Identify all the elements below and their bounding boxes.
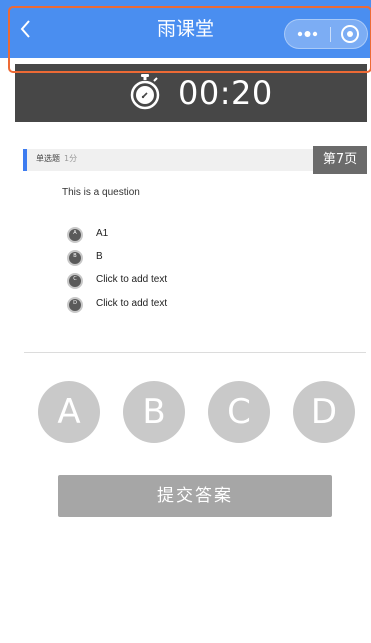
option-letter-badge: A <box>67 227 83 243</box>
question-text: This is a question <box>62 187 140 198</box>
option-text: A1 <box>96 228 109 239</box>
question-type: 单选题 <box>36 154 60 163</box>
option-text: Click to add text <box>96 274 168 285</box>
question-score: 1分 <box>64 154 78 163</box>
option-letter-badge: D <box>67 297 83 313</box>
timer-value: 00:20 <box>178 74 273 112</box>
stopwatch-icon <box>130 74 160 110</box>
answer-c-label: C <box>227 392 251 432</box>
section-divider <box>24 352 366 353</box>
option-letter-badge: C <box>67 273 83 289</box>
option-text: B <box>96 251 103 262</box>
answer-d-label: D <box>310 392 338 432</box>
answer-b-label: B <box>142 392 166 432</box>
answer-d-button[interactable]: D <box>293 381 355 443</box>
answer-a-button[interactable]: A <box>38 381 100 443</box>
submit-answer-button[interactable]: 提交答案 <box>58 475 332 517</box>
countdown-timer: 00:20 <box>15 64 367 132</box>
page-number-badge: 第7页 <box>313 146 367 174</box>
quiz-page: 雨课堂 00:20 单选题 1分 第7页 This is a question … <box>0 0 371 643</box>
option-letter-badge: B <box>67 250 83 266</box>
timer-highlight-box <box>8 6 371 73</box>
answer-c-button[interactable]: C <box>208 381 270 443</box>
answer-b-button[interactable]: B <box>123 381 185 443</box>
option-text: Click to add text <box>96 298 168 309</box>
answer-a-label: A <box>57 392 81 432</box>
